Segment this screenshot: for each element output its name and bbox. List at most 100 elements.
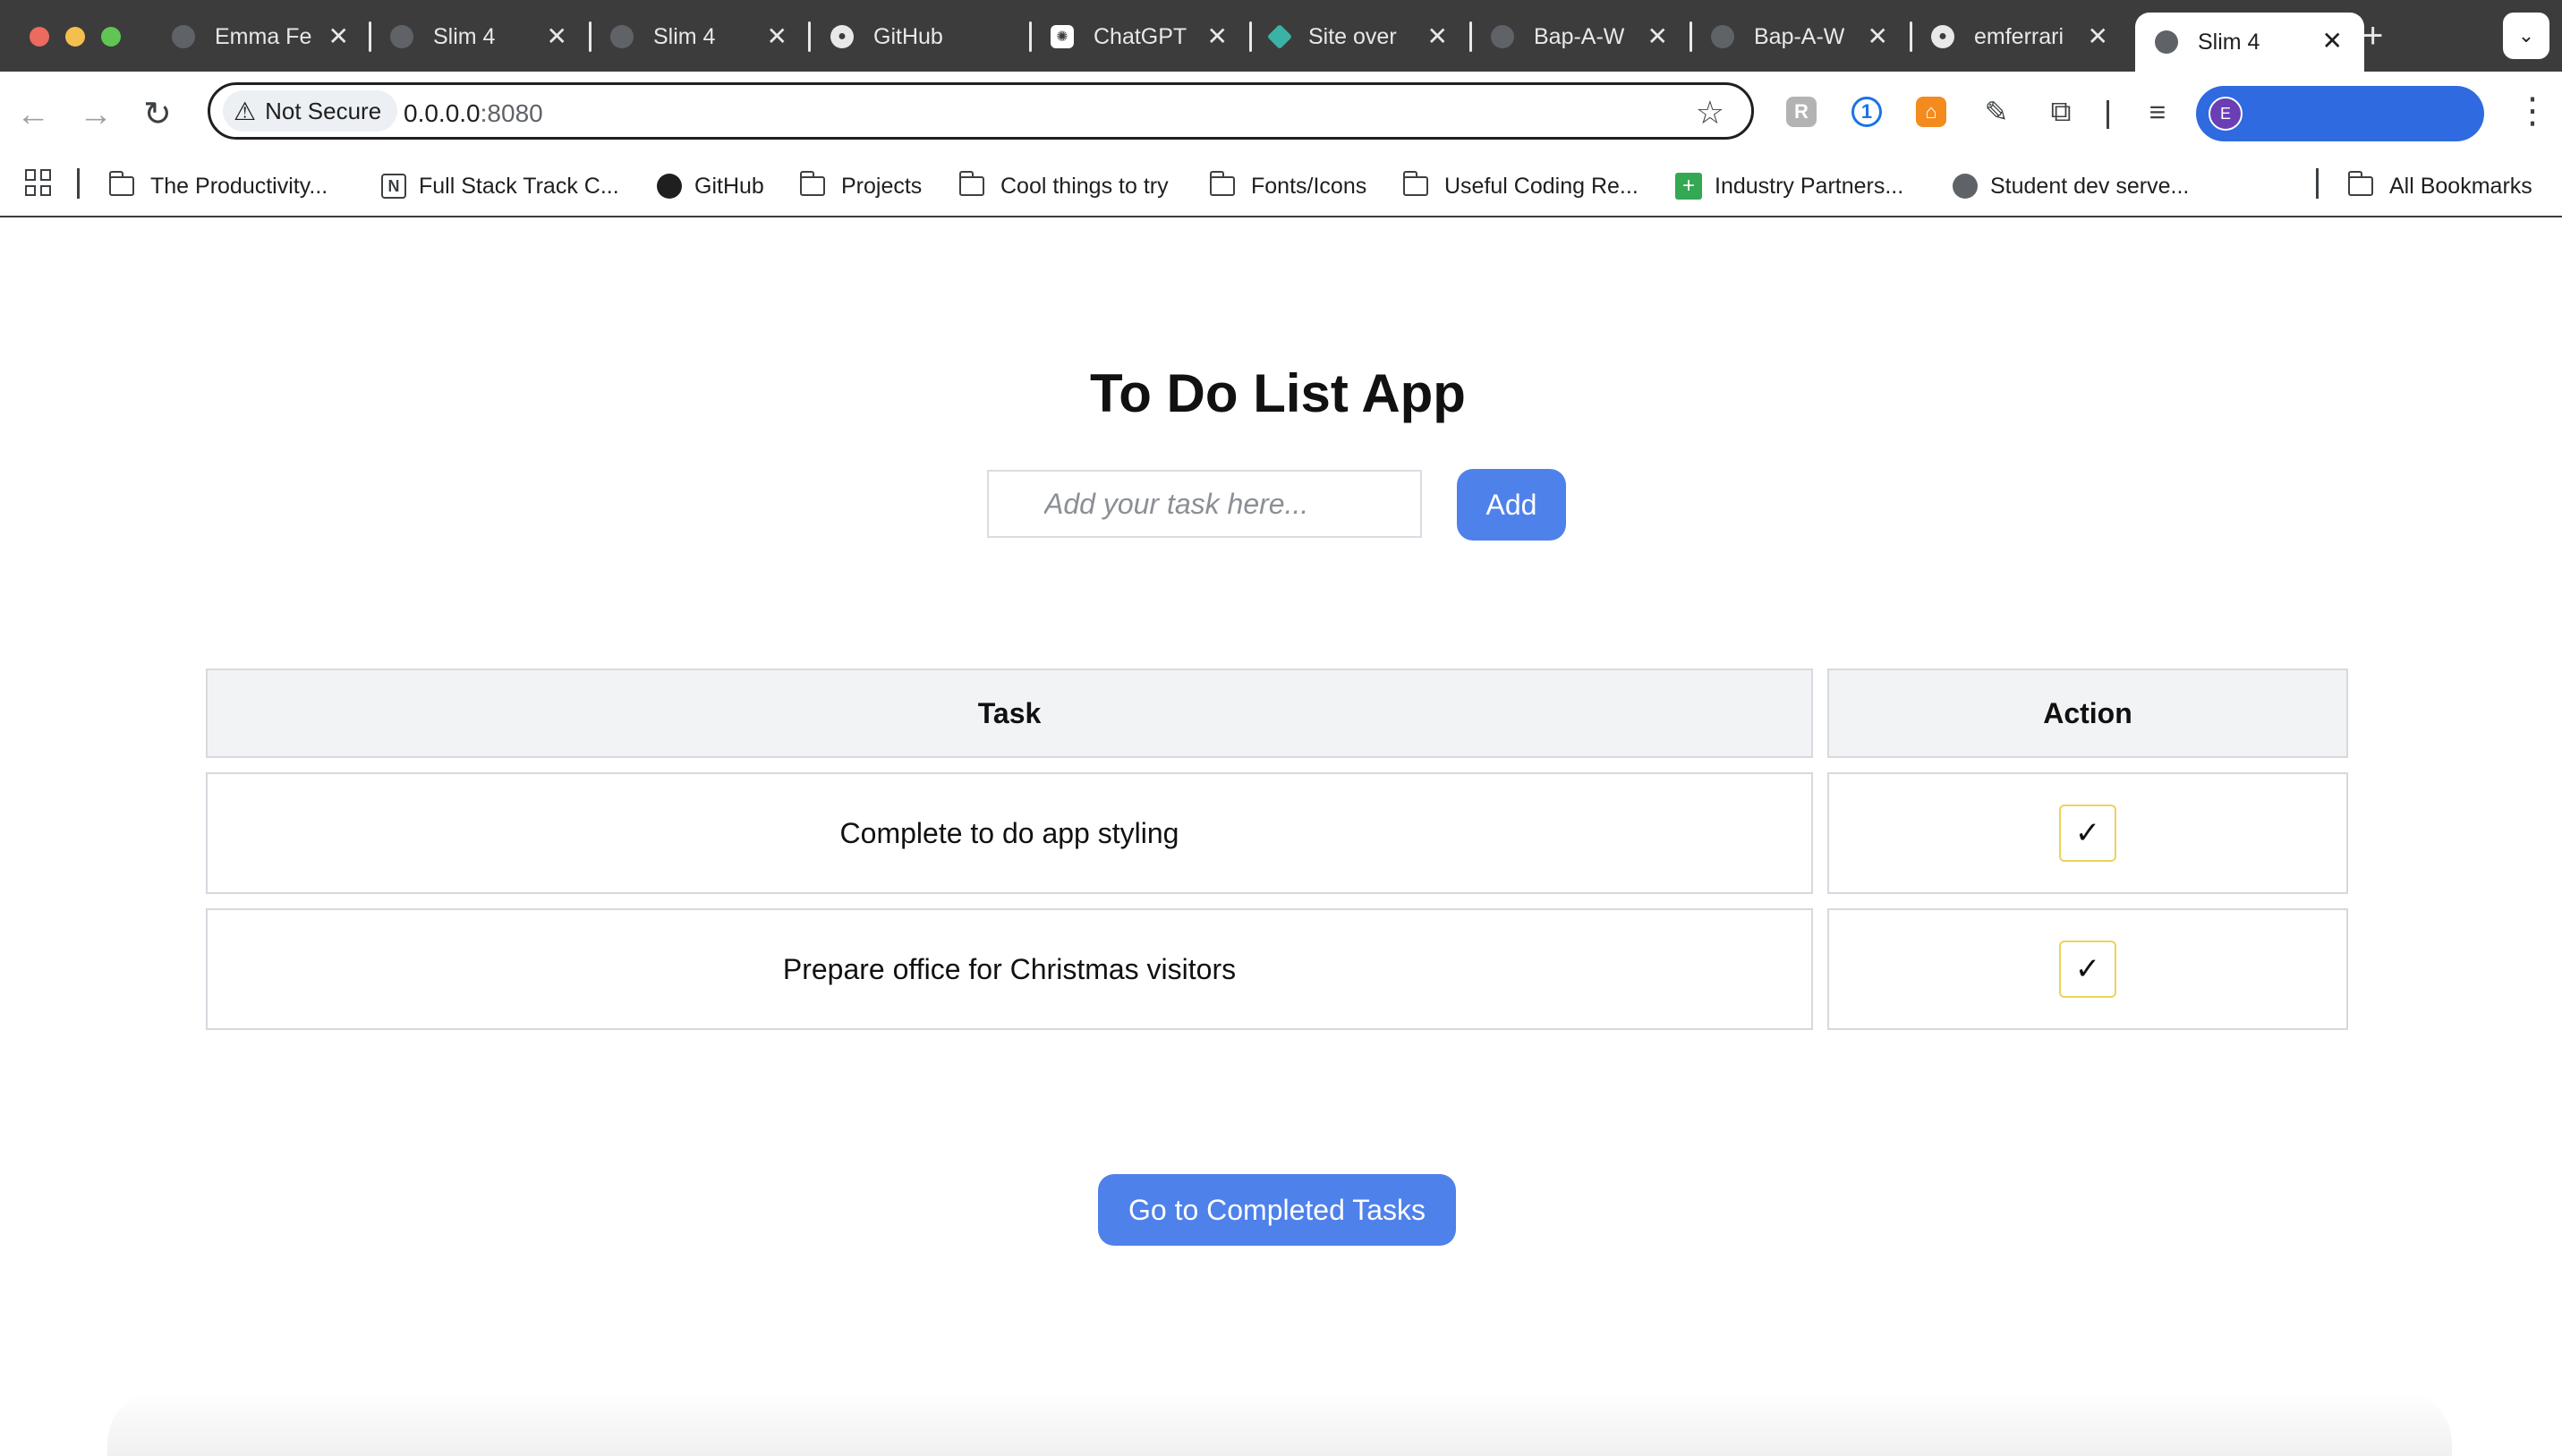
close-tab-icon[interactable]: ✕ [547,24,567,49]
action-cell: ✓ [1827,772,2348,894]
tab-separator [808,21,811,52]
globe-icon [2155,30,2178,54]
bookmark-link[interactable]: + Industry Partners... [1675,168,1903,204]
table-header-task: Task [206,668,1813,758]
browser-tab[interactable]: Bap-A-W ✕ [1711,13,1888,61]
url-port: :8080 [480,99,543,127]
globe-icon [390,25,413,48]
tab-separator [369,21,371,52]
bookmark-folder[interactable]: Fonts/Icons [1209,168,1367,204]
browser-tab[interactable]: Slim 4 ✕ [390,13,567,61]
folder-icon [108,171,134,196]
reading-list-icon[interactable]: ≡ [2142,96,2173,128]
close-window-button[interactable] [30,27,49,47]
complete-task-checkbox[interactable]: ✓ [2059,941,2116,998]
bookmark-folder[interactable]: Useful Coding Re... [1402,168,1638,204]
folder-icon [958,171,984,196]
profile-button[interactable]: E [2196,86,2484,141]
bookmark-label: Industry Partners... [1715,173,1904,199]
back-arrow-icon[interactable]: ← [16,97,50,132]
close-tab-icon[interactable]: ✕ [1207,24,1228,49]
bookmark-separator [2316,168,2319,199]
bookmark-folder[interactable]: Projects [799,168,922,204]
complete-task-checkbox[interactable]: ✓ [2059,805,2116,862]
bookmark-separator [77,168,80,199]
bookmark-link[interactable]: Student dev serve... [1953,168,2189,204]
site-info-button[interactable]: ⚠ Not Secure [223,90,398,132]
tab-separator [1690,21,1692,52]
notion-icon: N [381,174,406,199]
bookmark-label: Student dev serve... [1990,173,2190,199]
bookmark-label: Fonts/Icons [1251,173,1367,199]
new-tab-button[interactable]: + [2362,18,2383,54]
extension-icon[interactable]: R [1786,97,1817,127]
globe-icon [1491,25,1514,48]
bookmark-star-icon[interactable]: ☆ [1696,94,1724,132]
globe-icon [610,25,634,48]
folder-icon [799,171,825,196]
bookmark-label: Full Stack Track C... [419,173,619,199]
page-content: To Do List App Add Task Action Complete … [0,217,2562,1456]
more-menu-icon[interactable]: ⋮ [2515,93,2550,129]
bookmark-label: Cool things to try [1000,173,1169,199]
tab-separator [589,21,592,52]
close-tab-icon[interactable]: ✕ [2088,24,2108,49]
browser-tab[interactable]: Bap-A-W ✕ [1491,13,1668,61]
browser-tab[interactable]: ✺ ChatGPT ✕ [1051,13,1228,61]
url-host: 0.0.0.0 [404,99,481,127]
all-bookmarks-button[interactable]: All Bookmarks [2347,168,2532,204]
apps-grid-icon[interactable] [25,169,52,196]
forward-arrow-icon[interactable]: → [79,97,113,132]
bookmark-folder[interactable]: The Productivity... [108,168,328,204]
go-to-completed-button[interactable]: Go to Completed Tasks [1098,1174,1456,1246]
chatgpt-icon: ✺ [1051,25,1074,48]
password-manager-icon[interactable]: 1 [1851,97,1882,127]
security-label: Not Secure [265,97,382,124]
bookmark-label: The Productivity... [150,173,328,199]
close-tab-icon[interactable]: ✕ [1647,24,1668,49]
bookmark-link[interactable]: GitHub [657,168,764,204]
github-icon [657,174,682,199]
task-cell: Complete to do app styling [206,772,1813,894]
browser-tab[interactable]: Slim 4 ✕ [610,13,787,61]
reload-icon[interactable]: ↻ [143,97,172,132]
browser-tab[interactable]: ● emferrari ✕ [1931,13,2108,61]
task-input[interactable] [987,470,1422,538]
github-icon: ● [830,25,854,48]
tab-separator [1469,21,1472,52]
address-bar[interactable]: ⚠ Not Secure 0.0.0.0:8080 ☆ [208,82,1754,140]
table-header-action: Action [1827,668,2348,758]
browser-tab[interactable]: Site over ✕ [1266,13,1448,61]
add-task-button[interactable]: Add [1457,469,1566,541]
minimize-window-button[interactable] [65,27,85,47]
task-cell: Prepare office for Christmas visitors [206,908,1813,1030]
avatar: E [2209,97,2243,131]
diamond-icon [1266,23,1293,50]
globe-icon [1953,174,1978,199]
action-cell: ✓ [1827,908,2348,1030]
eyedropper-icon[interactable]: ✎ [1981,96,2012,128]
close-tab-icon[interactable]: ✕ [2322,29,2343,54]
close-tab-icon[interactable]: ✕ [1427,24,1448,49]
url-text[interactable]: 0.0.0.0:8080 [404,99,543,128]
tab-search-button[interactable]: ⌄ [2503,13,2549,59]
close-tab-icon[interactable]: ✕ [1868,24,1888,49]
globe-icon [1711,25,1734,48]
puzzle-extensions-icon[interactable]: ⧉ [2046,95,2076,127]
browser-tab[interactable]: Emma Fe ✕ [172,13,349,61]
tab-strip: Emma Fe ✕ Slim 4 ✕ Slim 4 ✕ ● GitHub ✺ C… [0,0,2562,72]
maximize-window-button[interactable] [101,27,121,47]
tab-separator [1910,21,1912,52]
browser-tab[interactable]: ● GitHub [830,13,1008,61]
extension-icon[interactable]: ⌂ [1916,97,1946,127]
bookmark-folder[interactable]: Cool things to try [958,168,1169,204]
bookmark-link[interactable]: N Full Stack Track C... [381,168,619,204]
sheets-icon: + [1675,173,1702,200]
folder-icon [2347,171,2373,196]
folder-icon [1209,171,1235,196]
page-title: To Do List App [1090,363,1466,423]
close-tab-icon[interactable]: ✕ [767,24,787,49]
browser-tab-active[interactable]: Slim 4 ✕ [2135,13,2364,72]
close-tab-icon[interactable]: ✕ [328,24,349,49]
bookmark-label: Useful Coding Re... [1444,173,1638,199]
